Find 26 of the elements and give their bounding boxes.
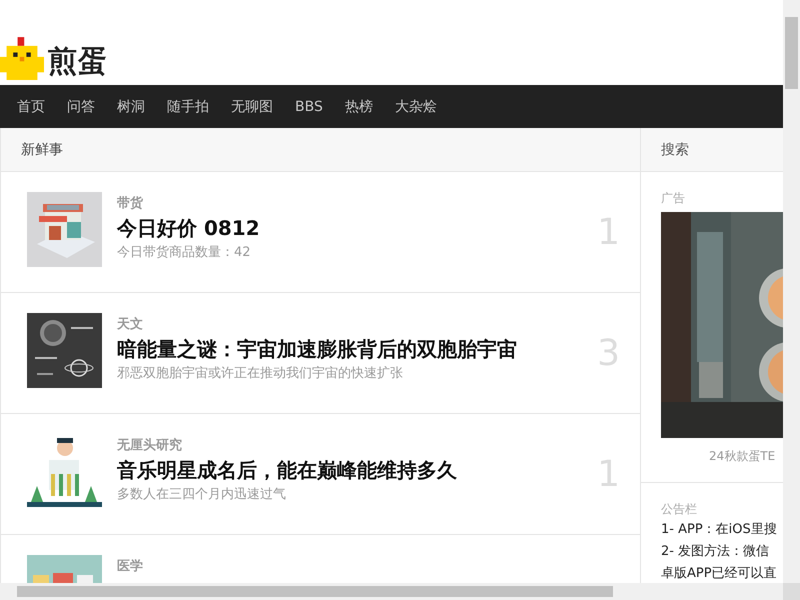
nav-link[interactable]: 问答: [67, 98, 95, 116]
notice-label: 公告栏: [661, 501, 698, 518]
notice-text: 卓版APP已经可以直: [661, 565, 778, 583]
post-title[interactable]: 音乐明星成名后，能在巅峰能维持多久: [117, 455, 590, 485]
post-summary: 多数人在三四个月内迅速过气: [117, 486, 287, 504]
post-summary: 今日带货商品数量：42: [117, 244, 252, 262]
logo-text[interactable]: 煎蛋: [48, 42, 108, 80]
ad-label: 广告: [661, 190, 686, 207]
nav-link[interactable]: 大杂烩: [394, 98, 437, 116]
section-title: 搜索: [661, 140, 689, 158]
vertical-scrollbar[interactable]: [783, 0, 800, 583]
section-title: 新鲜事: [21, 140, 63, 158]
nav-link[interactable]: 热榜: [344, 98, 373, 116]
horizontal-scrollbar[interactable]: [0, 583, 783, 600]
post-title[interactable]: 今日好价 0812: [117, 213, 590, 243]
scrollbar-corner: [783, 583, 800, 600]
nav-link[interactable]: BBS: [295, 98, 323, 114]
chick-icon: [0, 36, 44, 80]
post-title[interactable]: 暗能量之谜：宇宙加速膨胀背后的双胞胎宇宙: [117, 334, 590, 364]
nav-link[interactable]: 树洞: [117, 98, 145, 116]
post-summary: 邪恶双胞胎宇宙或许正在推动我们宇宙的快速扩张: [117, 365, 404, 383]
nav-link[interactable]: 无聊图: [231, 98, 273, 116]
nav-link[interactable]: 首页: [17, 98, 45, 116]
nav-link[interactable]: 随手拍: [167, 98, 209, 116]
notice-text: 2- 发图方法：微信: [661, 543, 770, 561]
notice-text: 1- APP：在iOS里搜: [661, 521, 778, 539]
